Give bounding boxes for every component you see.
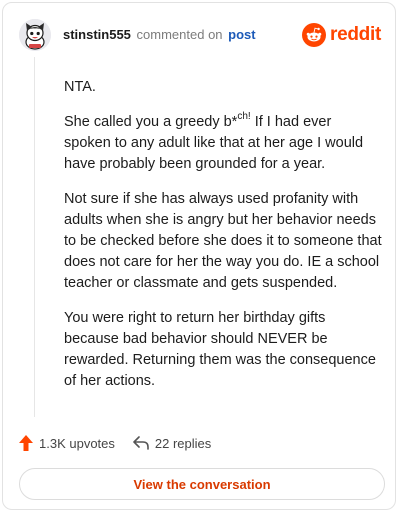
comment-card: stinstin555 commented on post reddit NTA… (2, 2, 396, 510)
upvote-count: 1.3K upvotes (39, 435, 115, 451)
view-conversation-button[interactable]: View the conversation (19, 468, 385, 500)
action-text: commented on (136, 27, 223, 42)
comment-paragraph: NTA. (64, 79, 96, 95)
upvote-button[interactable]: 1.3K upvotes (19, 435, 115, 451)
thread-line (34, 57, 35, 417)
reddit-logo[interactable]: reddit (302, 21, 381, 49)
reddit-logo-icon (302, 23, 327, 47)
comment-body: NTA. She called you a greedy b*ch! If I … (64, 77, 382, 406)
upvote-arrow-icon (19, 435, 33, 451)
comment-text: She called you a greedy b (64, 114, 232, 130)
comment-paragraph: You were right to return her birthday gi… (64, 310, 376, 389)
avatar-image (19, 19, 51, 51)
reply-arrow-icon (133, 436, 149, 450)
reply-count: 22 replies (154, 435, 212, 451)
comment-header: stinstin555 commented on post (63, 27, 256, 42)
comment-actions: 1.3K upvotes 22 replies (19, 433, 211, 453)
superscript-text: ch! (237, 111, 251, 123)
avatar[interactable] (19, 19, 51, 51)
replies-button[interactable]: 22 replies (133, 436, 211, 451)
username[interactable]: stinstin555 (63, 27, 131, 42)
comment-paragraph: She called you a greedy b*ch! If I had e… (64, 112, 382, 175)
comment-paragraph: Not sure if she has always used profanit… (64, 191, 382, 291)
post-link[interactable]: post (228, 27, 255, 42)
reddit-wordmark: reddit (330, 24, 381, 45)
